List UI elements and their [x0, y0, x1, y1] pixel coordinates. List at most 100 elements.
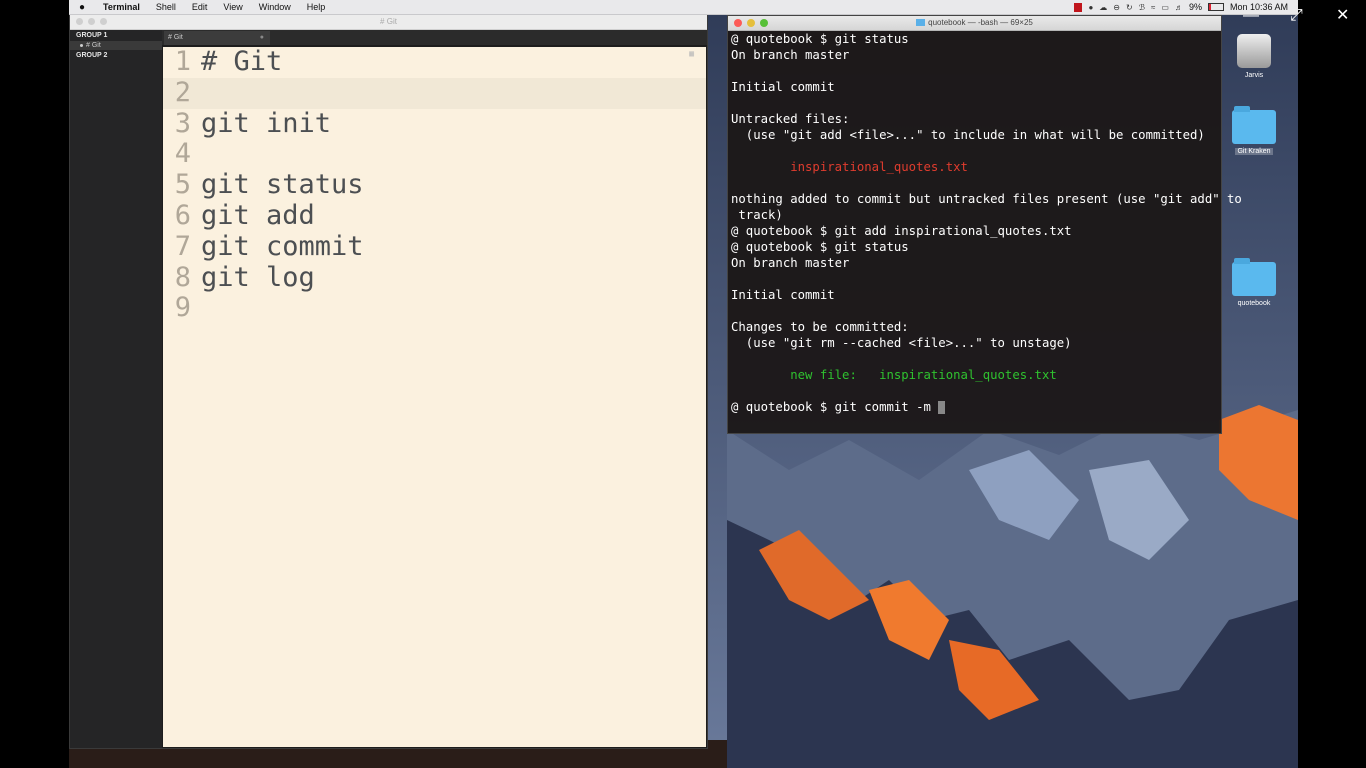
airplay-icon[interactable]: ▭ [1161, 3, 1169, 12]
battery-percent: 9% [1188, 2, 1202, 12]
editor-line: 3 git init [163, 107, 706, 140]
terminal-line: Initial commit [731, 80, 835, 94]
clock[interactable]: Mon 10:36 AM [1230, 2, 1288, 12]
editor-line: 4 [163, 139, 706, 170]
terminal-title-bar[interactable]: quotebook — -bash — 69×25 [728, 16, 1221, 31]
menu-bar: ● Terminal Shell Edit View Window Help ●… [69, 0, 1298, 15]
terminal-window-controls [734, 19, 768, 27]
time-machine-icon[interactable]: ↻ [1126, 3, 1133, 12]
desktop-icon-jarvis[interactable]: Jarvis [1224, 34, 1284, 79]
folder-icon [1232, 258, 1276, 296]
line-number: 6 [174, 199, 191, 231]
sidebar-file-label: # Git [86, 42, 101, 49]
sidebar-group-1[interactable]: GROUP 1 [70, 30, 162, 41]
bluetooth-icon[interactable]: ℬ [1139, 3, 1145, 12]
editor-line: 5 git status [163, 169, 706, 201]
close-window-button[interactable] [734, 19, 742, 27]
evernote-icon[interactable]: ● [1088, 3, 1093, 12]
menu-help[interactable]: Help [299, 0, 334, 14]
editor-line: 7 git commit [163, 230, 706, 263]
line-text: git init [201, 107, 332, 139]
terminal-line: (use "git rm --cached <file>..." to unst… [731, 336, 1072, 350]
desktop-icon-label: Jarvis [1244, 72, 1264, 79]
editor-line: 8 git log [163, 261, 706, 294]
line-text: git commit [201, 230, 364, 262]
menu-view[interactable]: View [215, 0, 250, 14]
terminal-line: new file: inspirational_quotes.txt [731, 368, 1057, 382]
wifi-icon[interactable]: ≈ [1151, 3, 1155, 12]
red-app-status-icon[interactable] [1074, 2, 1083, 12]
cloud-icon[interactable]: ☁ [1099, 3, 1107, 12]
zoom-window-button[interactable] [100, 18, 107, 25]
battery-icon[interactable] [1207, 3, 1224, 11]
minimize-window-button[interactable] [88, 18, 95, 25]
terminal-output[interactable]: @ quotebook $ git status On branch master… [728, 31, 1242, 415]
editor-tab-bar: # Git ● [162, 30, 707, 45]
desktop-icon-git-kraken[interactable]: Git Kraken [1224, 106, 1284, 155]
apple-menu-icon[interactable]: ● [69, 2, 95, 13]
terminal-line: inspirational_quotes.txt [731, 160, 968, 174]
close-icon[interactable]: ✕ [1336, 6, 1349, 26]
line-number: 8 [174, 261, 191, 293]
zoom-window-button[interactable] [760, 19, 768, 27]
menu-app-terminal[interactable]: Terminal [95, 0, 148, 14]
terminal-window-title: quotebook — -bash — 69×25 [928, 18, 1033, 27]
minimize-window-button[interactable] [747, 19, 755, 27]
terminal-line: (use "git add <file>..." to include in w… [731, 128, 1205, 142]
desktop-icon-quotebook[interactable]: quotebook [1224, 258, 1284, 307]
desktop-icon-label: Git Kraken [1235, 148, 1273, 155]
line-text: git log [201, 261, 315, 293]
tab-git[interactable]: # Git ● [164, 31, 270, 45]
line-number: 5 [174, 169, 191, 201]
menu-shell[interactable]: Shell [148, 0, 184, 14]
folder-icon [916, 19, 926, 27]
terminal-line: On branch master [731, 256, 850, 270]
terminal-line: nothing added to commit but untracked fi… [731, 192, 1242, 206]
close-window-button[interactable] [76, 18, 83, 25]
terminal-line: On branch master [731, 48, 850, 62]
line-number: 3 [174, 107, 191, 139]
tab-close-icon[interactable]: ● [260, 31, 264, 45]
editor-line: 1 # Git [163, 46, 706, 78]
terminal-line: @ quotebook $ git status [731, 32, 909, 46]
desktop: ● Terminal Shell Edit View Window Help ●… [69, 0, 1298, 768]
editor-line: 9 [163, 293, 706, 324]
line-number: 9 [174, 292, 191, 324]
terminal-line: Changes to be committed: [731, 320, 909, 334]
line-number: 2 [174, 76, 191, 108]
sidebar-group-2[interactable]: GROUP 2 [70, 50, 162, 61]
terminal-line: @ quotebook $ git status [731, 240, 909, 254]
line-number: 1 [174, 46, 191, 77]
tab-label: # Git [168, 34, 183, 41]
editor-sidebar: GROUP 1 # Git GROUP 2 [70, 30, 162, 748]
menu-window[interactable]: Window [251, 0, 299, 14]
editor-window: # Git GROUP 1 # Git GROUP 2 # Git ● ▦ 1 #… [69, 14, 708, 749]
editor-line-current: 2 [163, 76, 706, 109]
menu-edit[interactable]: Edit [184, 0, 216, 14]
line-text: # Git [201, 46, 283, 77]
editor-document[interactable]: ▦ 1 # Git 2 3 git init 4 5 git status 6 git … [163, 46, 706, 747]
terminal-line: Untracked files: [731, 112, 850, 126]
terminal-line: Initial commit [731, 288, 835, 302]
editor-window-title: # Git [380, 17, 397, 26]
terminal-window[interactable]: quotebook — -bash — 69×25 @ quotebook $ … [727, 15, 1242, 434]
sidebar-file-git[interactable]: # Git [70, 41, 162, 50]
terminal-prompt-line[interactable]: @ quotebook $ git commit -m [731, 399, 1218, 415]
editor-title-bar[interactable]: # Git [70, 15, 707, 30]
line-number: 4 [174, 138, 191, 170]
text-cursor [938, 401, 946, 414]
volume-icon[interactable]: ♬ [1175, 3, 1183, 12]
line-text: git add [201, 199, 315, 231]
editor-window-controls [76, 18, 107, 25]
do-not-disturb-icon[interactable]: ⊖ [1113, 3, 1120, 12]
editor-line: 6 git add [163, 199, 706, 232]
status-area: ● ☁ ⊖ ↻ ℬ ≈ ▭ ♬ 9% Mon 10:36 AM [1074, 0, 1288, 14]
terminal-line: track) [731, 208, 783, 222]
